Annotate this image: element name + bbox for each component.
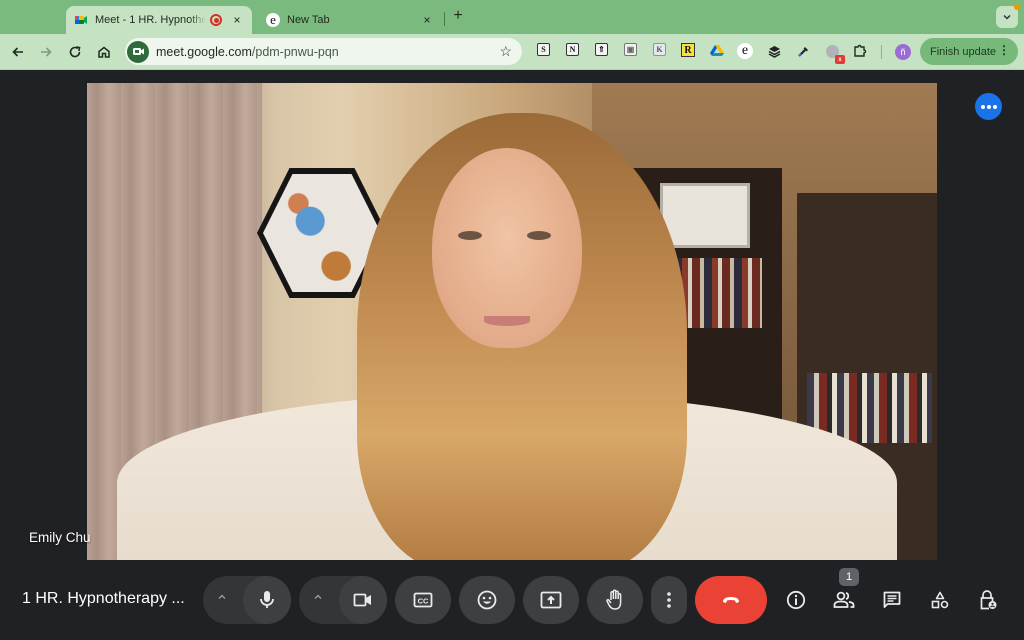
raise-hand-button[interactable] [587, 576, 643, 624]
browser-toolbar: meet.google.com/pdm-pnwu-pqn ☆ S N ⇑ ▣ K… [0, 34, 1024, 70]
end-call-icon [723, 597, 739, 603]
close-tab-button[interactable]: × [420, 13, 434, 27]
microphone-icon [260, 591, 274, 608]
dot [992, 104, 997, 109]
google-drive-extension-icon[interactable] [709, 43, 725, 59]
reload-button[interactable] [65, 42, 85, 62]
clipboard-extension-icon[interactable]: K [653, 43, 666, 56]
arrow-right-icon [41, 47, 52, 57]
tab-separator [444, 12, 445, 26]
grey-box-extension-icon[interactable]: ▣ [624, 43, 637, 56]
error-badge: x [835, 55, 845, 64]
activities-button[interactable] [928, 588, 952, 612]
back-button[interactable] [8, 42, 28, 62]
bookmark-star-icon[interactable]: ☆ [499, 43, 512, 60]
microphone-button[interactable] [243, 576, 291, 624]
present-screen-icon [540, 591, 562, 609]
r-extension-icon[interactable]: R [681, 43, 695, 57]
tile-more-options-button[interactable] [975, 93, 1002, 120]
toolbar-separator [881, 45, 882, 59]
upload-extension-icon[interactable]: ⇑ [595, 43, 608, 56]
eyedropper-extension-icon[interactable] [795, 43, 811, 59]
present-screen-button[interactable] [523, 576, 579, 624]
home-button[interactable] [94, 42, 114, 62]
meet-stage: Emily Chu 1 HR. Hypnotherapy ... CC 1 [0, 70, 1024, 640]
n-box-extension-icon[interactable]: N [566, 43, 579, 56]
e-extension-icon[interactable]: e [737, 43, 753, 59]
new-tab-button[interactable]: + [450, 7, 466, 25]
people-icon [833, 591, 855, 608]
extensions-puzzle-button[interactable] [852, 43, 868, 59]
dot [980, 104, 985, 109]
hand-icon [606, 589, 622, 610]
more-vert-icon[interactable]: ⋮ [998, 43, 1010, 57]
video-control-group [299, 576, 387, 624]
people-button[interactable] [832, 588, 856, 612]
video-options-button[interactable] [313, 592, 323, 602]
more-options-button[interactable] [651, 576, 687, 624]
home-icon [98, 46, 110, 58]
tab-search-button[interactable] [996, 4, 1020, 28]
shapes-icon [931, 591, 949, 609]
url-path: /pdm-pnwu-pqn [251, 44, 339, 59]
reactions-button[interactable] [459, 576, 515, 624]
meeting-title: 1 HR. Hypnotherapy ... [22, 590, 185, 607]
chevron-down-icon [1003, 14, 1011, 20]
more-vert-icon [667, 592, 671, 608]
video-person-eye [527, 231, 551, 240]
meeting-details-button[interactable] [784, 588, 808, 612]
participant-video-tile[interactable] [87, 83, 937, 560]
chevron-up-icon [314, 594, 322, 599]
puzzle-icon [854, 44, 867, 57]
chat-icon [883, 591, 901, 608]
tab-title: New Tab [287, 14, 330, 26]
profile-avatar[interactable]: ñ [895, 44, 911, 60]
tab-meet[interactable]: Meet - 1 HR. Hypnotherapy × [66, 6, 252, 34]
svg-text:CC: CC [418, 597, 429, 606]
end-call-button[interactable] [695, 576, 767, 624]
video-person-eye [458, 231, 482, 240]
site-info-button[interactable] [127, 40, 149, 63]
audio-options-button[interactable] [217, 592, 227, 602]
info-icon [786, 590, 806, 610]
url-text: meet.google.com/pdm-pnwu-pqn [156, 45, 339, 59]
video-person-mouth [484, 316, 530, 326]
disabled-extension-icon[interactable]: x [824, 43, 845, 64]
camera-icon [353, 593, 371, 607]
emoji-icon [477, 590, 497, 610]
update-dot [1014, 4, 1020, 10]
host-controls-button[interactable] [976, 588, 1000, 612]
participant-name-label: Emily Chu [29, 530, 91, 545]
google-drive-icon [710, 45, 724, 56]
captions-icon: CC [413, 592, 433, 608]
close-tab-button[interactable]: × [230, 13, 244, 27]
chevron-up-icon [218, 594, 226, 599]
captions-button[interactable]: CC [395, 576, 451, 624]
url-domain: meet.google.com [156, 44, 252, 59]
forward-button[interactable] [36, 42, 56, 62]
finish-update-button[interactable]: Finish update ⋮ [920, 38, 1018, 65]
e-icon: e [266, 12, 280, 27]
camera-button[interactable] [339, 576, 387, 624]
address-bar[interactable]: meet.google.com/pdm-pnwu-pqn ☆ [125, 38, 522, 65]
tab-title: Meet - 1 HR. Hypnotherapy [95, 14, 206, 26]
dot [986, 104, 991, 109]
recording-icon [210, 14, 222, 26]
audio-control-group [203, 576, 291, 624]
reload-icon [69, 46, 81, 58]
chat-button[interactable] [880, 588, 904, 612]
google-meet-icon [75, 16, 87, 24]
video-certificate [660, 183, 750, 248]
lock-person-icon [980, 590, 997, 610]
eyedropper-icon [797, 46, 808, 57]
arrow-left-icon [12, 47, 23, 57]
s-box-extension-icon[interactable]: S [537, 43, 550, 56]
participant-count-badge: 1 [839, 568, 859, 586]
finish-update-label: Finish update [930, 45, 997, 58]
layers-extension-icon[interactable] [766, 43, 782, 59]
tab-new-tab[interactable]: e New Tab × [258, 6, 442, 34]
video-camera-icon [132, 48, 144, 55]
layers-icon [768, 45, 780, 58]
browser-tab-strip: Meet - 1 HR. Hypnotherapy × e New Tab × … [0, 0, 1024, 34]
